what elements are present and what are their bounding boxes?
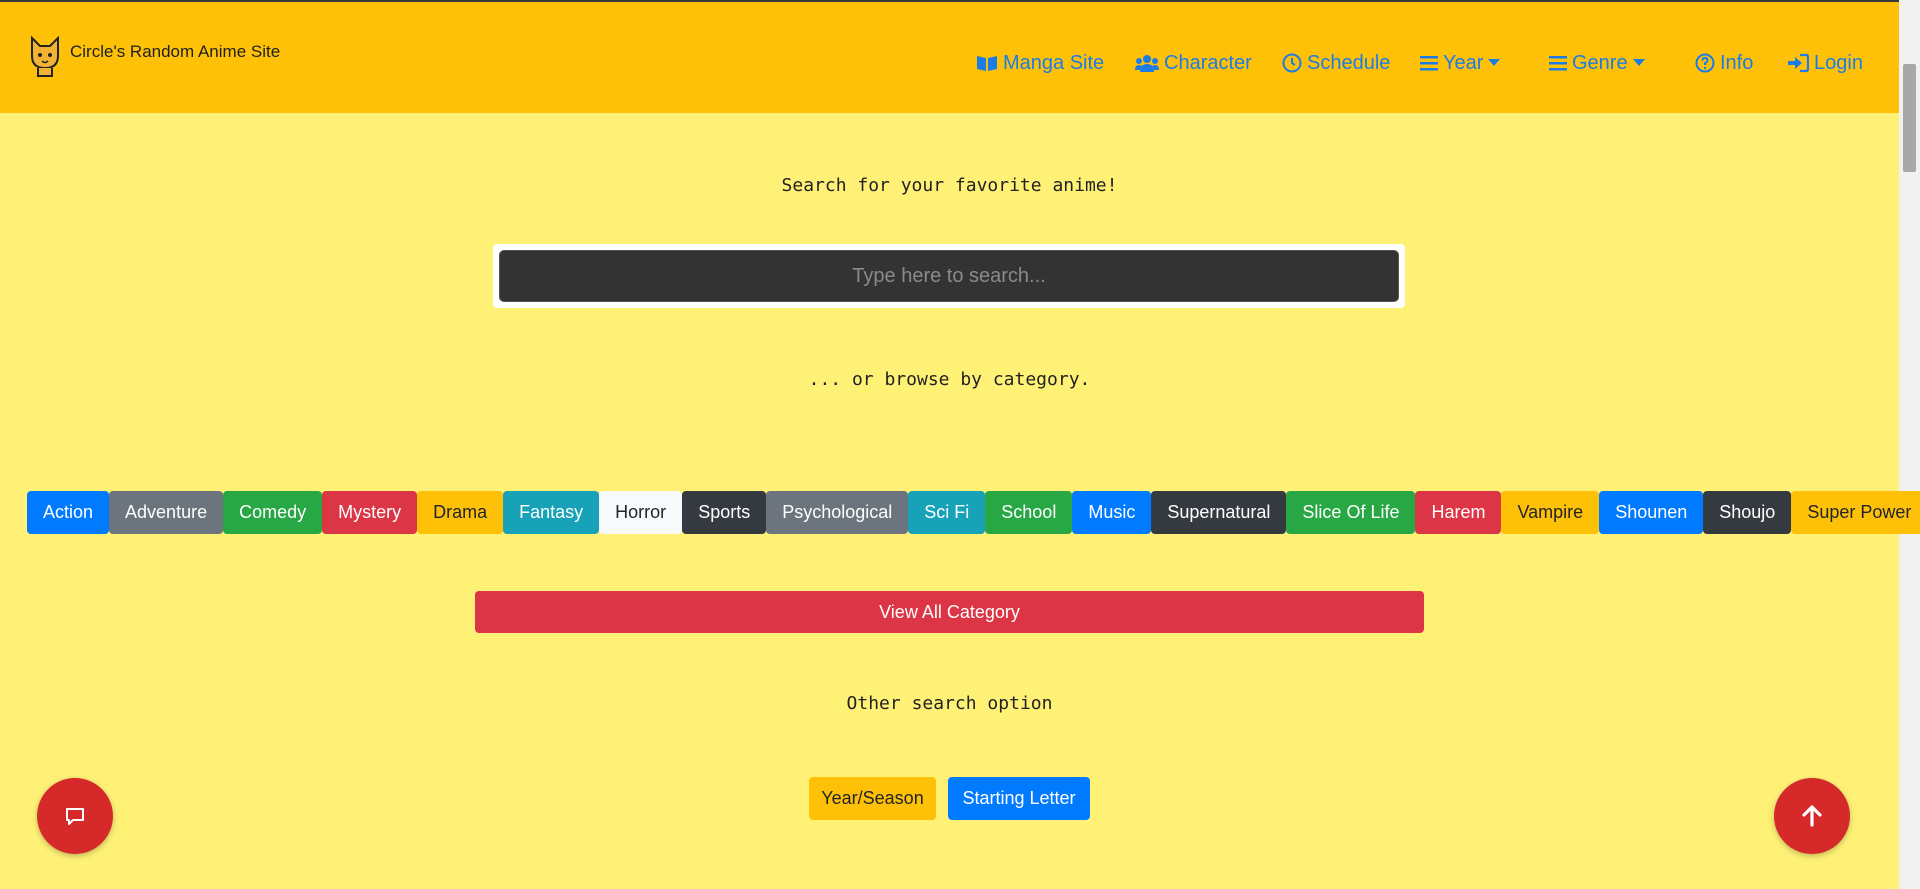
- scrollbar[interactable]: [1899, 0, 1920, 889]
- menu-icon: [1420, 56, 1438, 71]
- nav-year-label: Year: [1443, 51, 1484, 74]
- genre-label: Horror: [615, 502, 667, 522]
- other-search-title: Other search option: [846, 693, 1053, 714]
- genre-label: Sci Fi: [924, 502, 970, 522]
- nav-login-label: Login: [1814, 51, 1863, 74]
- cat-icon: [31, 35, 59, 77]
- genre-button-shounen[interactable]: Shounen: [1599, 491, 1704, 534]
- genre-button-harem[interactable]: Harem: [1415, 491, 1502, 534]
- genre-label: Mystery: [338, 502, 402, 522]
- year-season-button[interactable]: Year/Season: [809, 777, 936, 820]
- genre-button-slice-of-life[interactable]: Slice Of Life: [1286, 491, 1416, 534]
- genre-button-shoujo[interactable]: Shoujo: [1703, 491, 1792, 534]
- search-input[interactable]: [499, 250, 1399, 302]
- sign-in-icon: [1788, 53, 1809, 73]
- nav-info-label: Info: [1720, 51, 1754, 74]
- genre-button-school[interactable]: School: [985, 491, 1073, 534]
- genre-button-vampire[interactable]: Vampire: [1501, 491, 1600, 534]
- chat-button[interactable]: [37, 778, 113, 854]
- users-icon: [1135, 55, 1159, 72]
- nav-genre-dropdown[interactable]: Genre: [1549, 50, 1645, 76]
- nav-login[interactable]: Login: [1787, 50, 1863, 76]
- genre-button-fantasy[interactable]: Fantasy: [503, 491, 600, 534]
- nav-genre-label: Genre: [1572, 51, 1628, 74]
- clock-icon: [1282, 53, 1302, 73]
- nav-info[interactable]: Info: [1695, 50, 1753, 76]
- genre-label: Vampire: [1517, 502, 1584, 522]
- menu-icon: [1549, 56, 1567, 71]
- nav-year-dropdown[interactable]: Year: [1420, 50, 1501, 76]
- genre-button-super-power[interactable]: Super Power: [1791, 491, 1920, 534]
- brand[interactable]: Circle's Random Anime Site: [28, 34, 280, 78]
- genre-label: Psychological: [782, 502, 893, 522]
- chevron-down-icon: [1488, 58, 1501, 66]
- genre-button-comedy[interactable]: Comedy: [223, 491, 323, 534]
- genre-button-music[interactable]: Music: [1072, 491, 1152, 534]
- question-circle-icon: [1695, 53, 1715, 73]
- genre-list: Action Adventure Comedy Mystery Drama Fa…: [27, 491, 1920, 534]
- genre-label: Comedy: [239, 502, 307, 522]
- genre-label: Fantasy: [519, 502, 584, 522]
- browse-text: ... or browse by category.: [808, 369, 1091, 390]
- arrow-up-icon: [1802, 805, 1822, 827]
- scrollbar-thumb[interactable]: [1903, 64, 1916, 172]
- search-box: [493, 244, 1405, 308]
- genre-label: Adventure: [125, 502, 208, 522]
- genre-button-sports[interactable]: Sports: [682, 491, 767, 534]
- nav-manga-label: Manga Site: [1003, 51, 1105, 74]
- genre-button-psychological[interactable]: Psychological: [766, 491, 909, 534]
- genre-button-adventure[interactable]: Adventure: [109, 491, 224, 534]
- genre-label: Action: [43, 502, 94, 522]
- starting-letter-label: Starting Letter: [962, 788, 1076, 808]
- nav-manga-site[interactable]: Manga Site: [976, 50, 1104, 76]
- genre-button-action[interactable]: Action: [27, 491, 110, 534]
- site-title: Circle's Random Anime Site: [70, 42, 281, 61]
- nav-character[interactable]: Character: [1135, 50, 1252, 76]
- chevron-down-icon: [1632, 58, 1645, 66]
- nav-schedule-label: Schedule: [1307, 51, 1391, 74]
- scroll-to-top-button[interactable]: [1774, 778, 1850, 854]
- chat-icon: [66, 808, 84, 825]
- search-heading: Search for your favorite anime!: [781, 175, 1118, 196]
- nav-schedule[interactable]: Schedule: [1282, 50, 1390, 76]
- view-all-category-button[interactable]: View All Category: [475, 591, 1424, 633]
- genre-label: Music: [1088, 502, 1136, 522]
- genre-label: Supernatural: [1167, 502, 1271, 522]
- genre-label: Harem: [1431, 502, 1486, 522]
- year-season-label: Year/Season: [821, 788, 924, 808]
- genre-label: Slice Of Life: [1302, 502, 1400, 522]
- genre-button-supernatural[interactable]: Supernatural: [1151, 491, 1287, 534]
- genre-button-horror[interactable]: Horror: [599, 491, 683, 534]
- genre-label: Super Power: [1807, 502, 1912, 522]
- genre-label: School: [1001, 502, 1057, 522]
- genre-label: Shounen: [1615, 502, 1688, 522]
- genre-button-mystery[interactable]: Mystery: [322, 491, 418, 534]
- nav-character-label: Character: [1164, 51, 1252, 74]
- genre-button-drama[interactable]: Drama: [417, 491, 504, 534]
- genre-label: Drama: [433, 502, 488, 522]
- genre-label: Shoujo: [1719, 502, 1776, 522]
- genre-button-sci-fi[interactable]: Sci Fi: [908, 491, 986, 534]
- view-all-label: View All Category: [879, 601, 1020, 622]
- starting-letter-button[interactable]: Starting Letter: [948, 777, 1090, 820]
- genre-label: Sports: [698, 502, 751, 522]
- navbar: Circle's Random Anime Site Manga Site Ch…: [0, 0, 1899, 113]
- book-open-icon: [977, 56, 997, 71]
